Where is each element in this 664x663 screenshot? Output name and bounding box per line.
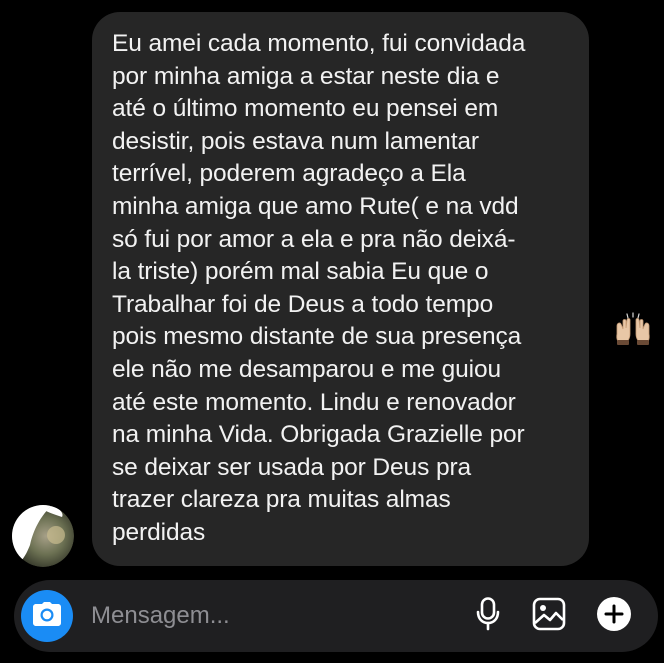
message-line: até o último momento eu pensei em: [112, 95, 499, 123]
message-line: se deixar ser usada por Deus pra: [112, 453, 472, 481]
message-line: por minha amiga a estar neste dia e: [112, 62, 500, 90]
message-composer: [14, 580, 658, 652]
raising-hands-emoji: [614, 312, 652, 351]
image-icon: [532, 597, 566, 636]
camera-icon: [32, 601, 62, 632]
message-line: só fui por amor a ela e pra não deixá-: [112, 225, 516, 253]
message-bubble[interactable]: Eu amei cada momento, fui convidada por …: [92, 12, 650, 566]
message-line: Eu amei cada momento, fui convidada: [112, 30, 526, 57]
microphone-icon: [476, 596, 500, 636]
message-line: na minha Vida. Obrigada Grazielle por: [112, 421, 525, 449]
message-line: desistir, pois estava num lamentar: [112, 127, 479, 155]
message-text: Eu amei cada momento, fui convidada por …: [112, 28, 567, 550]
message-input[interactable]: [91, 594, 451, 638]
microphone-button[interactable]: [466, 594, 510, 638]
add-button[interactable]: [592, 594, 636, 638]
message-line: Trabalhar foi de Deus a todo tempo: [112, 290, 494, 318]
message-line: pois mesmo distante de sua presença: [112, 323, 522, 351]
message-line: la triste) porém mal sabia Eu que o: [112, 258, 489, 286]
camera-button[interactable]: [21, 590, 73, 642]
gallery-button[interactable]: [527, 594, 571, 638]
message-line: terrível, poderem agradeço a Ela: [112, 160, 466, 188]
chat-area: Eu amei cada momento, fui convidada por …: [0, 0, 664, 580]
sender-avatar[interactable]: [12, 505, 74, 567]
message-line: minha amiga que amo Rute( e na vdd: [112, 192, 519, 220]
message-line: ele não me desamparou e me guiou: [112, 355, 502, 383]
message-line: perdidas: [112, 518, 206, 546]
plus-circle-icon: [596, 596, 632, 637]
message-line: até este momento. Lindu e renovador: [112, 388, 516, 416]
message-line: trazer clareza pra muitas almas: [112, 486, 451, 514]
